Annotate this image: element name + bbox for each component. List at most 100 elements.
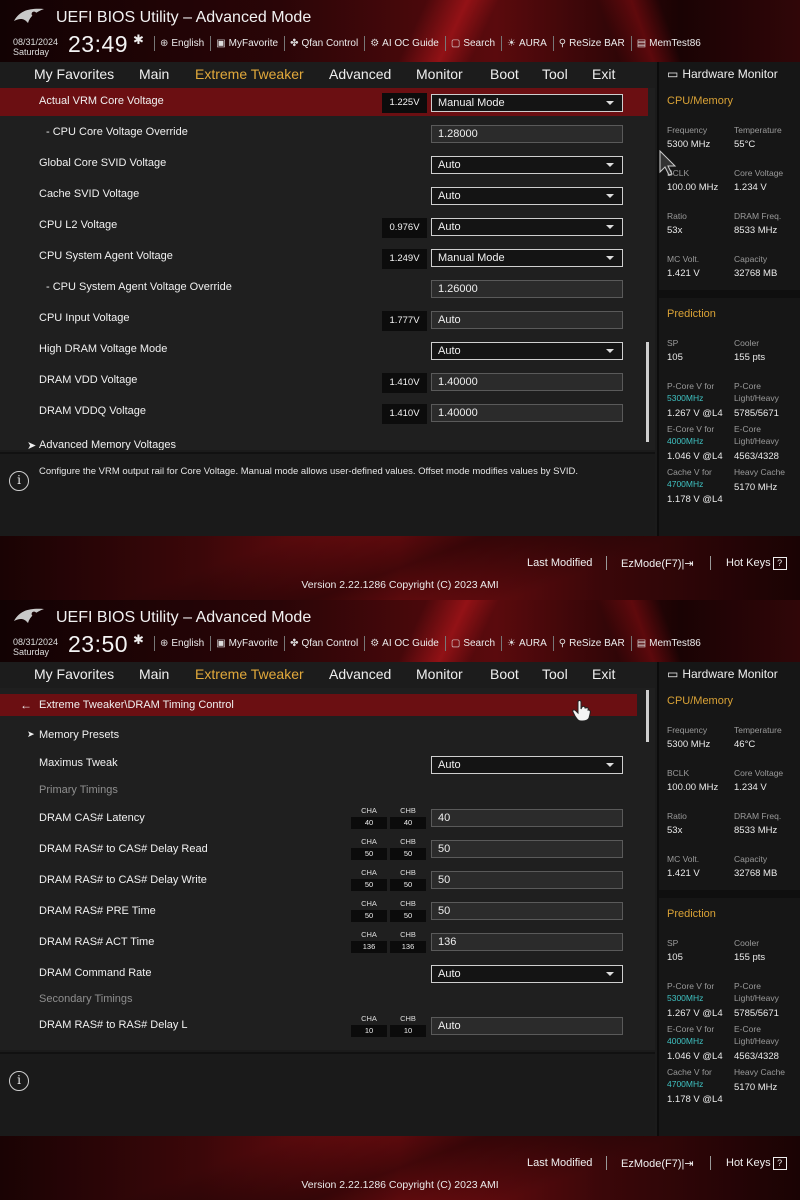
chevron-right-icon: ➤ [27, 440, 37, 450]
setting-row[interactable]: CPU Input Voltage 1.777V Auto [0, 305, 648, 333]
tool-qfan[interactable]: ✤ Qfan Control [284, 636, 364, 651]
setting-row[interactable]: DRAM VDD Voltage 1.410V 1.40000 [0, 367, 648, 395]
voltage-reading: 1.410V [382, 404, 427, 424]
setting-dropdown[interactable]: Auto [431, 187, 623, 205]
setting-label: CPU System Agent Voltage [39, 250, 173, 262]
hw-value: 53x [667, 225, 683, 236]
tool-resizebar[interactable]: ⚲ ReSize BAR [552, 36, 631, 51]
setting-input[interactable]: Auto [431, 1017, 623, 1035]
setting-input[interactable]: 40 [431, 809, 623, 827]
hw-value: 8533 MHz [734, 825, 778, 836]
setting-dropdown[interactable]: Auto [431, 218, 623, 236]
scrollbar[interactable] [646, 342, 649, 442]
tool-language[interactable]: ⊕ English [154, 36, 210, 51]
setting-input[interactable]: 1.40000 [431, 404, 623, 422]
timing-row[interactable]: DRAM RAS# PRE Time CHA 50 CHB 50 50 [0, 897, 648, 925]
back-arrow-icon[interactable]: ← [20, 698, 32, 712]
setting-row[interactable]: DRAM Command Rate Auto [0, 961, 648, 989]
footer-bar: Last Modified EzMode(F7)|⇥ Hot Keys? Ver… [0, 1136, 800, 1200]
setting-input[interactable]: 50 [431, 871, 623, 889]
ezmode-button[interactable]: EzMode(F7)|⇥ [621, 1157, 694, 1170]
tool-qfan[interactable]: ✤ Qfan Control [284, 36, 364, 51]
setting-row[interactable]: - CPU System Agent Voltage Override 1.26… [0, 274, 648, 302]
timing-row[interactable]: DRAM RAS# to CAS# Delay Read CHA 50 CHB 50… [0, 835, 648, 863]
setting-dropdown[interactable]: Auto [431, 965, 623, 983]
setting-input[interactable]: 50 [431, 902, 623, 920]
rog-logo-icon [14, 608, 44, 623]
setting-dropdown[interactable]: Auto [431, 756, 623, 774]
tab-tool[interactable]: Tool [542, 666, 568, 682]
tool-language[interactable]: ⊕ English [154, 636, 210, 651]
hw-label: Temperature [734, 125, 782, 135]
tab-my-favorites[interactable]: My Favorites [34, 666, 114, 682]
timing-row[interactable]: DRAM RAS# ACT Time CHA 136 CHB 136 136 [0, 928, 648, 956]
tool-aioc[interactable]: ⚙ AI OC Guide [364, 636, 445, 651]
tab-monitor[interactable]: Monitor [416, 666, 463, 682]
tab-exit[interactable]: Exit [592, 66, 615, 82]
setting-input[interactable]: 1.40000 [431, 373, 623, 391]
setting-row[interactable]: Cache SVID Voltage Auto [0, 181, 648, 209]
divider [606, 556, 607, 570]
tab-exit[interactable]: Exit [592, 666, 615, 682]
tab-main[interactable]: Main [139, 666, 169, 682]
setting-row[interactable]: Global Core SVID Voltage Auto [0, 150, 648, 178]
ezmode-label: EzMode(F7) [621, 558, 682, 570]
scrollbar[interactable] [646, 690, 649, 742]
tab-boot[interactable]: Boot [490, 66, 519, 82]
ezmode-button[interactable]: EzMode(F7)|⇥ [621, 557, 694, 570]
tab-my-favorites[interactable]: My Favorites [34, 66, 114, 82]
tool-resizebar[interactable]: ⚲ ReSize BAR [552, 636, 631, 651]
submenu-row[interactable]: ➤ Advanced Memory Voltages [0, 434, 648, 450]
tool-memtest[interactable]: ▤ MemTest86 [630, 636, 707, 651]
hotkeys-button[interactable]: Hot Keys? [726, 557, 787, 570]
tab-boot[interactable]: Boot [490, 666, 519, 682]
submenu-row[interactable]: ➤ Memory Presets [0, 724, 648, 748]
setting-input[interactable]: 1.28000 [431, 125, 623, 143]
setting-input[interactable]: 50 [431, 840, 623, 858]
tool-search[interactable]: ▢ Search [444, 36, 501, 51]
gear-icon[interactable]: ✱ [133, 32, 144, 48]
setting-row[interactable]: Actual VRM Core Voltage 1.225V Manual Mo… [0, 88, 648, 116]
setting-dropdown[interactable]: Manual Mode [431, 249, 623, 267]
setting-input[interactable]: Auto [431, 311, 623, 329]
setting-input[interactable]: 1.26000 [431, 280, 623, 298]
tool-aura[interactable]: ☀ AURA [501, 36, 553, 51]
setting-label: DRAM CAS# Latency [39, 812, 145, 824]
tab-extreme-tweaker[interactable]: Extreme Tweaker [195, 666, 304, 682]
voltage-reading: 1.410V [382, 373, 427, 393]
tab-main[interactable]: Main [139, 66, 169, 82]
hw-label: E-Core V for [667, 424, 715, 434]
tool-search[interactable]: ▢ Search [444, 636, 501, 651]
breadcrumb[interactable]: ← Extreme Tweaker\DRAM Timing Control [0, 694, 637, 716]
tab-extreme-tweaker[interactable]: Extreme Tweaker [195, 66, 304, 82]
setting-row[interactable]: High DRAM Voltage Mode Auto [0, 336, 648, 364]
tool-aura[interactable]: ☀ AURA [501, 636, 553, 651]
hw-freq: 4700MHz [667, 479, 704, 489]
tool-myfavorite[interactable]: ▣ MyFavorite [210, 636, 284, 651]
timing-row[interactable]: DRAM RAS# to RAS# Delay L CHA 10 CHB 10 Au… [0, 1012, 648, 1040]
setting-input[interactable]: 136 [431, 933, 623, 951]
hw-value: 1.267 V @L4 [667, 408, 723, 419]
hotkeys-button[interactable]: Hot Keys? [726, 1157, 787, 1170]
app-title: UEFI BIOS Utility – Advanced Mode [56, 609, 312, 626]
setting-row[interactable]: CPU System Agent Voltage 1.249V Manual M… [0, 243, 648, 271]
setting-dropdown[interactable]: Auto [431, 156, 623, 174]
tab-advanced[interactable]: Advanced [329, 66, 391, 82]
tool-memtest[interactable]: ▤ MemTest86 [630, 36, 707, 51]
setting-dropdown[interactable]: Manual Mode [431, 94, 623, 112]
last-modified-button[interactable]: Last Modified [527, 557, 592, 569]
tab-tool[interactable]: Tool [542, 66, 568, 82]
setting-dropdown[interactable]: Auto [431, 342, 623, 360]
tab-monitor[interactable]: Monitor [416, 66, 463, 82]
gear-icon[interactable]: ✱ [133, 632, 144, 648]
setting-row[interactable]: CPU L2 Voltage 0.976V Auto [0, 212, 648, 240]
setting-row[interactable]: Maximus Tweak Auto [0, 751, 648, 775]
last-modified-button[interactable]: Last Modified [527, 1157, 592, 1169]
setting-row[interactable]: - CPU Core Voltage Override 1.28000 [0, 119, 648, 147]
tool-myfavorite[interactable]: ▣ MyFavorite [210, 36, 284, 51]
timing-row[interactable]: DRAM CAS# Latency CHA 40 CHB 40 40 [0, 804, 648, 832]
tool-aioc[interactable]: ⚙ AI OC Guide [364, 36, 445, 51]
tab-advanced[interactable]: Advanced [329, 666, 391, 682]
setting-row[interactable]: DRAM VDDQ Voltage 1.410V 1.40000 [0, 398, 648, 426]
timing-row[interactable]: DRAM RAS# to CAS# Delay Write CHA 50 CHB 5… [0, 866, 648, 894]
